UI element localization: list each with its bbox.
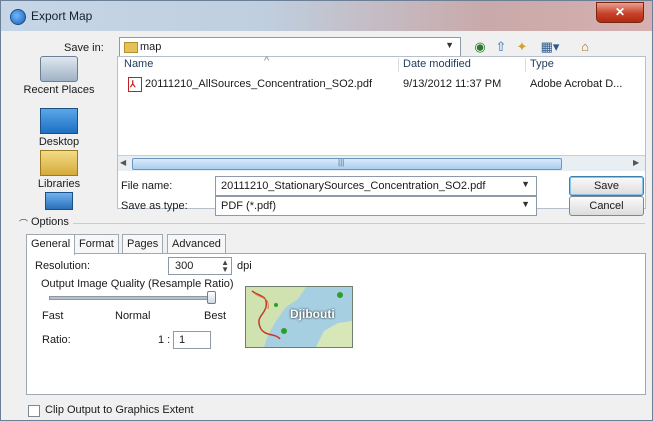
- place-desktop[interactable]: Desktop: [9, 108, 109, 148]
- file-name-label: File name:: [121, 180, 173, 192]
- general-tab-panel: Resolution: 300 ▲ ▼ dpi Output Image Qual…: [26, 253, 646, 395]
- slider-mark-fast: Fast: [42, 310, 64, 322]
- tab-pages[interactable]: Pages: [122, 234, 164, 253]
- options-divider: [73, 223, 645, 224]
- quality-slider-track[interactable]: [49, 296, 216, 300]
- desktop-icon: [40, 108, 78, 134]
- tab-advanced[interactable]: Advanced: [167, 234, 226, 253]
- slider-mark-normal: Normal: [115, 310, 151, 322]
- column-header-name[interactable]: Name: [124, 58, 153, 74]
- grip-icon: |||: [338, 158, 345, 167]
- arcgis-app-icon: [10, 9, 26, 25]
- ratio-value: 1: [179, 334, 186, 346]
- column-header-date[interactable]: Date modified: [403, 58, 471, 74]
- file-name-cell: 20111210_AllSources_Concentration_SO2.pd…: [145, 78, 373, 90]
- clip-output-label[interactable]: Clip Output to Graphics Extent: [45, 404, 194, 416]
- slider-mark-best: Best: [204, 310, 227, 322]
- back-icon[interactable]: ◉: [471, 38, 489, 56]
- clip-output-checkbox[interactable]: [28, 405, 40, 417]
- map-preview-label: Djibouti: [290, 307, 335, 321]
- resolution-value: 300: [175, 260, 194, 272]
- file-type-cell: Adobe Acrobat D...: [530, 78, 623, 90]
- file-name-value: 20111210_StationarySources_Concentration…: [221, 180, 486, 192]
- map-preview: Djibouti: [245, 286, 353, 348]
- libraries-icon: [40, 150, 78, 176]
- scroll-right-icon[interactable]: ▶: [633, 158, 639, 167]
- new-folder-icon[interactable]: ✦: [513, 38, 531, 56]
- title-bar[interactable]: Export Map ✕: [1, 1, 652, 31]
- chevron-down-icon[interactable]: ▼: [521, 199, 530, 209]
- up-folder-icon[interactable]: ⇧: [492, 38, 510, 56]
- tab-format[interactable]: Format: [74, 234, 119, 253]
- place-label: Recent Places: [23, 84, 95, 96]
- save-in-value: map: [140, 41, 162, 53]
- chevron-down-icon[interactable]: ▼: [521, 179, 530, 189]
- column-divider: [525, 58, 526, 72]
- quality-title: Output Image Quality (Resample Ratio): [41, 278, 234, 290]
- column-header-type[interactable]: Type: [530, 58, 554, 74]
- ratio-label: Ratio:: [42, 334, 71, 346]
- scroll-left-icon[interactable]: ◀: [120, 158, 126, 167]
- chevron-down-icon: ▼: [445, 40, 454, 50]
- save-as-type-value: PDF (*.pdf): [221, 200, 277, 212]
- computer-icon: [45, 192, 73, 210]
- quality-slider-thumb[interactable]: [207, 291, 216, 304]
- horizontal-scrollbar[interactable]: ◀ ||| ▶: [118, 155, 645, 171]
- resolution-spinner[interactable]: 300 ▲ ▼: [168, 257, 232, 275]
- recent-places-icon: [40, 56, 78, 82]
- scrollbar-thumb[interactable]: |||: [132, 158, 562, 170]
- resolution-label: Resolution:: [35, 260, 91, 272]
- cancel-button[interactable]: Cancel: [569, 196, 644, 216]
- save-as-type-label: Save as type:: [121, 200, 188, 212]
- connect-folder-icon[interactable]: ⌂: [576, 38, 594, 56]
- save-as-type-combobox[interactable]: PDF (*.pdf) ▼: [215, 196, 537, 216]
- column-divider: [398, 58, 399, 72]
- tab-general[interactable]: General: [26, 234, 76, 255]
- view-menu-icon[interactable]: ▦▾: [537, 38, 563, 56]
- places-bar: Recent Places Desktop Libraries: [9, 46, 109, 211]
- save-in-combobox[interactable]: map ▼: [119, 37, 461, 57]
- place-recent-places[interactable]: Recent Places: [9, 56, 109, 96]
- options-toggle[interactable]: Options: [31, 216, 69, 228]
- file-row[interactable]: ⅄ 20111210_AllSources_Concentration_SO2.…: [118, 75, 645, 93]
- ratio-input[interactable]: 1: [173, 331, 211, 349]
- close-button[interactable]: ✕: [596, 2, 644, 23]
- sort-arrow-icon: ^: [264, 55, 270, 67]
- place-label: Libraries: [37, 178, 81, 190]
- collapse-options-icon[interactable]: ⌒: [19, 217, 28, 230]
- window-title: Export Map: [31, 9, 93, 23]
- save-button[interactable]: Save: [569, 176, 644, 196]
- file-date-cell: 9/13/2012 11:37 PM: [403, 78, 502, 90]
- file-name-combobox[interactable]: 20111210_StationarySources_Concentration…: [215, 176, 537, 196]
- place-libraries[interactable]: Libraries: [9, 150, 109, 190]
- resolution-unit: dpi: [237, 260, 252, 272]
- place-computer[interactable]: [9, 192, 109, 212]
- ratio-prefix: 1 :: [158, 334, 171, 346]
- export-map-dialog: Export Map ✕ Save in: map ▼ ◉ ⇧ ✦ ▦▾ ⌂ R…: [0, 0, 653, 421]
- folder-icon: [124, 42, 138, 53]
- place-label: Desktop: [38, 136, 80, 148]
- spin-arrows-icon[interactable]: ▲ ▼: [221, 259, 229, 274]
